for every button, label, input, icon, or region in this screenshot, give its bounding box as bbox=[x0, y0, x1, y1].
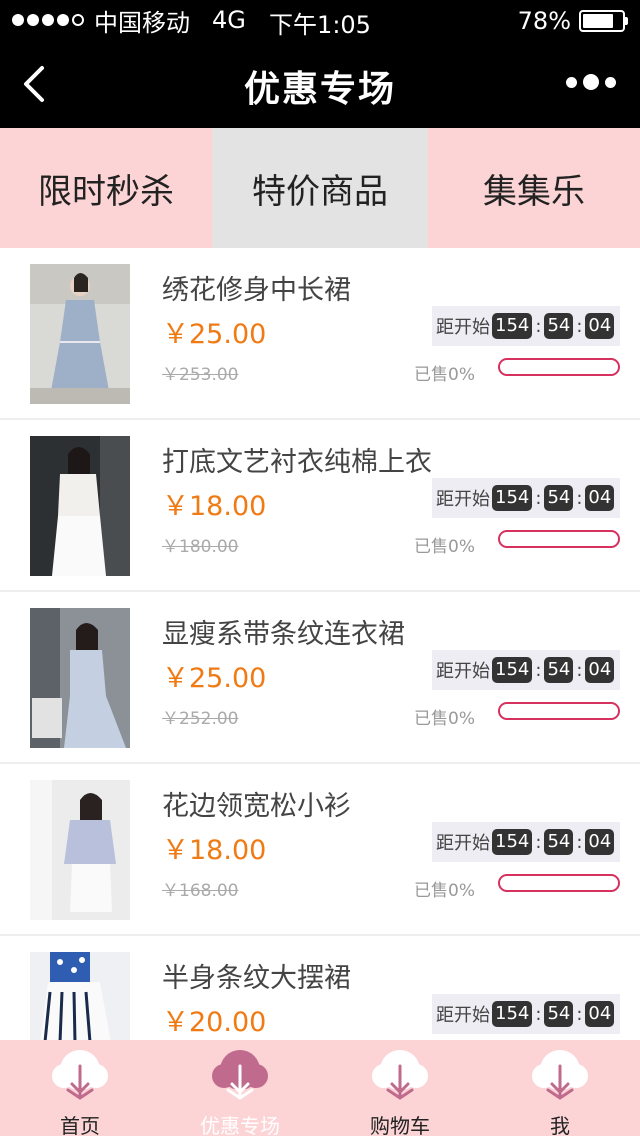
countdown-label: 距开始 bbox=[436, 317, 490, 338]
countdown-label: 距开始 bbox=[436, 661, 490, 682]
battery-percent: 78% bbox=[517, 7, 571, 35]
sold-progress-bar bbox=[498, 702, 620, 720]
product-name: 花边领宽松小衫 bbox=[162, 791, 351, 822]
product-item[interactable]: 显瘦系带条纹连衣裙 ￥25.00 ￥252.00 距开始 154: 54: 04… bbox=[0, 592, 640, 764]
product-image bbox=[30, 264, 130, 404]
product-image bbox=[30, 780, 130, 920]
tab-flash-sale[interactable]: 限时秒杀 bbox=[0, 128, 212, 248]
countdown-seconds: 04 bbox=[585, 485, 615, 511]
tabbar-item-me[interactable]: 我 bbox=[480, 1040, 640, 1136]
cotton-flower-icon bbox=[52, 1050, 108, 1100]
product-name: 半身条纹大摆裙 bbox=[162, 963, 351, 994]
product-item[interactable]: 花边领宽松小衫 ￥18.00 ￥168.00 距开始 154: 54: 04 已… bbox=[0, 764, 640, 936]
original-price: ￥252.00 bbox=[162, 709, 239, 729]
countdown-timer: 距开始 154: 54: 04 bbox=[432, 650, 620, 690]
status-bar: 中国移动 4G 下午1:05 78% bbox=[0, 0, 640, 40]
product-item[interactable]: 打底文艺衬衣纯棉上衣 ￥18.00 ￥180.00 距开始 154: 54: 0… bbox=[0, 420, 640, 592]
product-name: 打底文艺衬衣纯棉上衣 bbox=[162, 447, 432, 478]
countdown-label: 距开始 bbox=[436, 1005, 490, 1026]
battery-icon bbox=[579, 10, 625, 32]
countdown-minutes: 54 bbox=[544, 657, 574, 683]
bottom-tab-bar: 首页 优惠专场 购物车 我 bbox=[0, 1040, 640, 1136]
status-time: 下午1:05 bbox=[269, 11, 371, 39]
page-title: 优惠专场 bbox=[243, 69, 396, 110]
more-button[interactable] bbox=[566, 74, 616, 90]
product-price: ￥25.00 bbox=[162, 319, 267, 350]
original-price: ￥253.00 bbox=[162, 365, 239, 385]
sold-percent: 已售0% bbox=[414, 365, 475, 385]
tabbar-label: 我 bbox=[550, 1114, 570, 1136]
tabbar-item-cart[interactable]: 购物车 bbox=[320, 1040, 480, 1136]
cotton-flower-icon bbox=[532, 1050, 588, 1100]
cotton-flower-icon bbox=[372, 1050, 428, 1100]
tabbar-item-deals[interactable]: 优惠专场 bbox=[160, 1040, 320, 1136]
countdown-seconds: 04 bbox=[585, 829, 615, 855]
product-name: 显瘦系带条纹连衣裙 bbox=[162, 619, 405, 650]
tabbar-label: 首页 bbox=[60, 1114, 100, 1136]
tabbar-item-home[interactable]: 首页 bbox=[0, 1040, 160, 1136]
product-image bbox=[30, 436, 130, 576]
product-item[interactable]: 绣花修身中长裙 ￥25.00 ￥253.00 距开始 154: 54: 04 已… bbox=[0, 248, 640, 420]
tabbar-label: 优惠专场 bbox=[200, 1114, 280, 1136]
tab-special-price[interactable]: 特价商品 bbox=[212, 128, 428, 248]
signal-strength-icon bbox=[12, 14, 84, 26]
tabbar-label: 购物车 bbox=[370, 1114, 430, 1136]
sold-percent: 已售0% bbox=[414, 709, 475, 729]
sold-progress-bar bbox=[498, 358, 620, 376]
original-price: ￥168.00 bbox=[162, 881, 239, 901]
countdown-label: 距开始 bbox=[436, 489, 490, 510]
sold-progress-bar bbox=[498, 874, 620, 892]
countdown-label: 距开始 bbox=[436, 833, 490, 854]
product-price: ￥25.00 bbox=[162, 663, 267, 694]
countdown-timer: 距开始 154: 54: 04 bbox=[432, 822, 620, 862]
product-image bbox=[30, 952, 130, 1040]
product-price: ￥18.00 bbox=[162, 491, 267, 522]
battery-indicator: 78% bbox=[518, 7, 628, 35]
tab-collect[interactable]: 集集乐 bbox=[428, 128, 640, 248]
product-price: ￥18.00 bbox=[162, 835, 267, 866]
countdown-timer: 距开始 154: 54: 04 bbox=[432, 994, 620, 1034]
product-name: 绣花修身中长裙 bbox=[162, 275, 351, 306]
countdown-seconds: 04 bbox=[585, 313, 615, 339]
sold-percent: 已售0% bbox=[414, 881, 475, 901]
countdown-timer: 距开始 154: 54: 04 bbox=[432, 478, 620, 518]
product-price: ￥20.00 bbox=[162, 1007, 267, 1038]
countdown-hours: 154 bbox=[492, 485, 533, 511]
category-tabs: 限时秒杀 特价商品 集集乐 bbox=[0, 128, 640, 248]
sold-percent: 已售0% bbox=[414, 537, 475, 557]
product-list: 绣花修身中长裙 ￥25.00 ￥253.00 距开始 154: 54: 04 已… bbox=[0, 248, 640, 1040]
countdown-minutes: 54 bbox=[544, 829, 574, 855]
navigation-bar: 优惠专场 bbox=[0, 40, 640, 128]
product-item[interactable]: 半身条纹大摆裙 ￥20.00 距开始 154: 54: 04 bbox=[0, 936, 640, 1040]
network-type: 4G bbox=[212, 6, 246, 34]
countdown-minutes: 54 bbox=[544, 1001, 574, 1027]
countdown-seconds: 04 bbox=[585, 657, 615, 683]
countdown-hours: 154 bbox=[492, 1001, 533, 1027]
countdown-timer: 距开始 154: 54: 04 bbox=[432, 306, 620, 346]
countdown-minutes: 54 bbox=[544, 313, 574, 339]
product-image bbox=[30, 608, 130, 748]
countdown-seconds: 04 bbox=[585, 1001, 615, 1027]
original-price: ￥180.00 bbox=[162, 537, 239, 557]
carrier-name: 中国移动 bbox=[94, 8, 190, 37]
countdown-hours: 154 bbox=[492, 657, 533, 683]
countdown-minutes: 54 bbox=[544, 485, 574, 511]
countdown-hours: 154 bbox=[492, 829, 533, 855]
more-dots-icon bbox=[566, 76, 577, 88]
countdown-hours: 154 bbox=[492, 313, 533, 339]
cotton-flower-icon bbox=[212, 1050, 268, 1100]
sold-progress-bar bbox=[498, 530, 620, 548]
